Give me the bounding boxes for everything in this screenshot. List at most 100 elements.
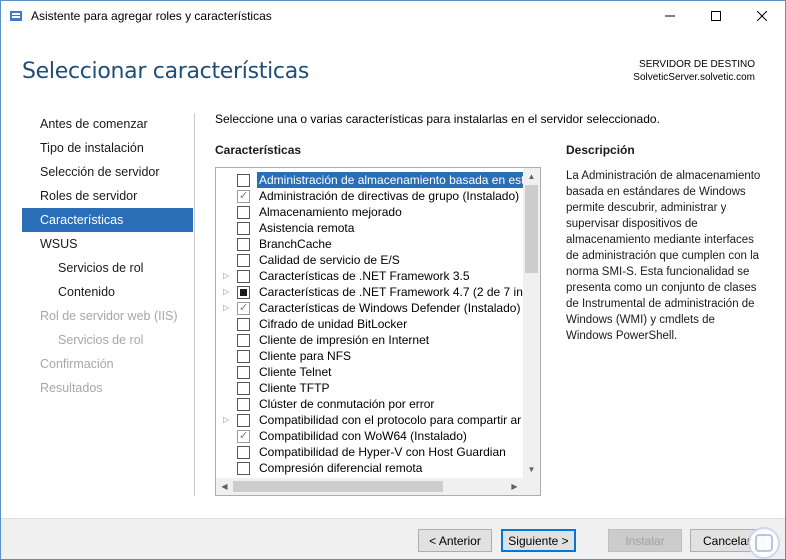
- feature-checkbox[interactable]: [237, 382, 250, 395]
- wizard-nav: Antes de comenzar Tipo de instalación Se…: [22, 112, 193, 400]
- feature-label: Asistencia remota: [259, 221, 355, 235]
- feature-row[interactable]: ▷ Características de .NET Framework 3.5: [216, 268, 523, 284]
- scroll-left-icon[interactable]: ◀: [216, 478, 233, 495]
- feature-checkbox[interactable]: [237, 188, 250, 204]
- vertical-scroll-thumb[interactable]: [525, 185, 538, 273]
- feature-row[interactable]: Cliente Telnet: [216, 364, 523, 380]
- feature-row[interactable]: Compresión diferencial remota: [216, 460, 523, 476]
- feature-checkbox[interactable]: [237, 318, 250, 331]
- feature-label: Cifrado de unidad BitLocker: [259, 317, 408, 331]
- feature-row[interactable]: Cliente para NFS: [216, 348, 523, 364]
- feature-row[interactable]: Clúster de conmutación por error: [216, 396, 523, 412]
- nav-item-confirmacion: Confirmación: [40, 357, 114, 371]
- feature-checkbox[interactable]: [237, 286, 250, 299]
- watermark-logo: [748, 527, 780, 559]
- feature-checkbox[interactable]: [237, 350, 250, 363]
- feature-row[interactable]: Cliente de impresión en Internet: [216, 332, 523, 348]
- title-bar[interactable]: Asistente para agregar roles y caracterí…: [1, 1, 785, 31]
- nav-item-antes-de-comenzar[interactable]: Antes de comenzar: [22, 112, 193, 136]
- close-button[interactable]: [739, 1, 785, 31]
- feature-row[interactable]: Calidad de servicio de E/S: [216, 252, 523, 268]
- nav-item-rol-servidor-web: Rol de servidor web (IIS): [40, 309, 178, 323]
- nav-item-tipo-de-instalacion[interactable]: Tipo de instalación: [22, 136, 193, 160]
- expand-arrow-icon[interactable]: ▷: [223, 284, 233, 300]
- description-text: La Administración de almacenamiento basa…: [566, 170, 761, 342]
- feature-checkbox[interactable]: [237, 414, 250, 427]
- feature-label: Compatibilidad con WoW64 (Instalado): [259, 429, 467, 443]
- feature-row[interactable]: ▷ Características de Windows Defender (In…: [216, 300, 523, 316]
- feature-row[interactable]: Almacenamiento mejorado: [216, 204, 523, 220]
- feature-checkbox[interactable]: [237, 206, 250, 219]
- feature-checkbox[interactable]: [237, 222, 250, 235]
- feature-label: Calidad de servicio de E/S: [259, 253, 400, 267]
- feature-checkbox[interactable]: [237, 428, 250, 444]
- feature-checkbox[interactable]: [237, 300, 250, 316]
- expand-arrow-icon[interactable]: ▷: [223, 412, 233, 428]
- feature-checkbox[interactable]: [237, 270, 250, 283]
- feature-label: Cliente para NFS: [259, 349, 352, 363]
- feature-label: Almacenamiento mejorado: [259, 205, 402, 219]
- feature-label: Compatibilidad de Hyper-V con Host Guard…: [259, 445, 506, 459]
- wizard-footer: < Anterior Siguiente > Instalar Cancelar: [1, 518, 785, 559]
- expand-arrow-icon[interactable]: ▷: [223, 268, 233, 284]
- feature-checkbox[interactable]: [237, 334, 250, 347]
- feature-row[interactable]: Administración de directivas de grupo (I…: [216, 188, 523, 204]
- nav-item-caracteristicas[interactable]: Características: [22, 208, 193, 232]
- nav-item-resultados: Resultados: [40, 381, 103, 395]
- wizard-window: Asistente para agregar roles y caracterí…: [0, 0, 786, 560]
- scroll-right-icon[interactable]: ▶: [506, 478, 523, 495]
- features-header: Características: [215, 143, 302, 157]
- features-list[interactable]: Administración de almacenamiento basada …: [215, 167, 541, 496]
- intro-text: Seleccione una o varias características …: [215, 112, 660, 126]
- feature-row[interactable]: Cliente TFTP: [216, 380, 523, 396]
- feature-checkbox[interactable]: [237, 174, 250, 187]
- feature-row[interactable]: Compatibilidad con WoW64 (Instalado): [216, 428, 523, 444]
- feature-checkbox[interactable]: [237, 254, 250, 267]
- maximize-button[interactable]: [693, 1, 739, 31]
- feature-row[interactable]: Cifrado de unidad BitLocker: [216, 316, 523, 332]
- nav-item-wsus[interactable]: WSUS: [22, 232, 193, 256]
- back-button[interactable]: < Anterior: [418, 529, 492, 552]
- nav-item-iis-servicios-de-rol: Servicios de rol: [58, 333, 144, 347]
- feature-row[interactable]: Compatibilidad de Hyper-V con Host Guard…: [216, 444, 523, 460]
- feature-label: BranchCache: [259, 237, 332, 251]
- destination-server-name: SolveticServer.solvetic.com: [633, 72, 755, 83]
- feature-row[interactable]: ▷ Características de .NET Framework 4.7 (…: [216, 284, 523, 300]
- install-button[interactable]: Instalar: [608, 529, 682, 552]
- nav-item-roles-de-servidor[interactable]: Roles de servidor: [22, 184, 193, 208]
- close-icon: [757, 11, 767, 21]
- horizontal-scrollbar[interactable]: ◀ ▶: [216, 478, 523, 495]
- window-title: Asistente para agregar roles y caracterí…: [31, 9, 272, 23]
- feature-row[interactable]: Asistencia remota: [216, 220, 523, 236]
- vertical-scrollbar[interactable]: ▲ ▼: [523, 168, 540, 478]
- feature-checkbox[interactable]: [237, 366, 250, 379]
- feature-checkbox[interactable]: [237, 398, 250, 411]
- feature-row[interactable]: ▷ Compatibilidad con el protocolo para co…: [216, 412, 523, 428]
- feature-label: Cliente TFTP: [259, 381, 330, 395]
- feature-label: Cliente Telnet: [259, 365, 332, 379]
- feature-checkbox[interactable]: [237, 238, 250, 251]
- scroll-down-icon[interactable]: ▼: [523, 461, 540, 478]
- feature-label: Características de Windows Defender (Ins…: [259, 301, 521, 315]
- nav-item-wsus-servicios-de-rol[interactable]: Servicios de rol: [22, 256, 193, 280]
- feature-checkbox[interactable]: [237, 462, 250, 475]
- features-list-rows: Administración de almacenamiento basada …: [216, 172, 523, 476]
- nav-item-seleccion-de-servidor[interactable]: Selección de servidor: [22, 160, 193, 184]
- scroll-up-icon[interactable]: ▲: [523, 168, 540, 185]
- description-header: Descripción: [566, 143, 635, 157]
- next-button[interactable]: Siguiente >: [501, 529, 576, 552]
- minimize-button[interactable]: [647, 1, 693, 31]
- feature-label: Características de .NET Framework 3.5: [259, 269, 470, 283]
- server-manager-icon: [10, 11, 22, 21]
- expand-arrow-icon[interactable]: ▷: [223, 300, 233, 316]
- feature-label: Clúster de conmutación por error: [259, 397, 435, 411]
- feature-checkbox[interactable]: [237, 446, 250, 459]
- feature-row[interactable]: BranchCache: [216, 236, 523, 252]
- destination-server-info: SERVIDOR DE DESTINO SolveticServer.solve…: [633, 58, 755, 84]
- nav-item-contenido[interactable]: Contenido: [22, 280, 193, 304]
- feature-label: Compatibilidad con el protocolo para com…: [259, 413, 522, 427]
- feature-row[interactable]: Administración de almacenamiento basada …: [216, 172, 523, 188]
- nav-divider: [194, 113, 195, 496]
- feature-label: Cliente de impresión en Internet: [259, 333, 430, 347]
- horizontal-scroll-thumb[interactable]: [233, 481, 443, 492]
